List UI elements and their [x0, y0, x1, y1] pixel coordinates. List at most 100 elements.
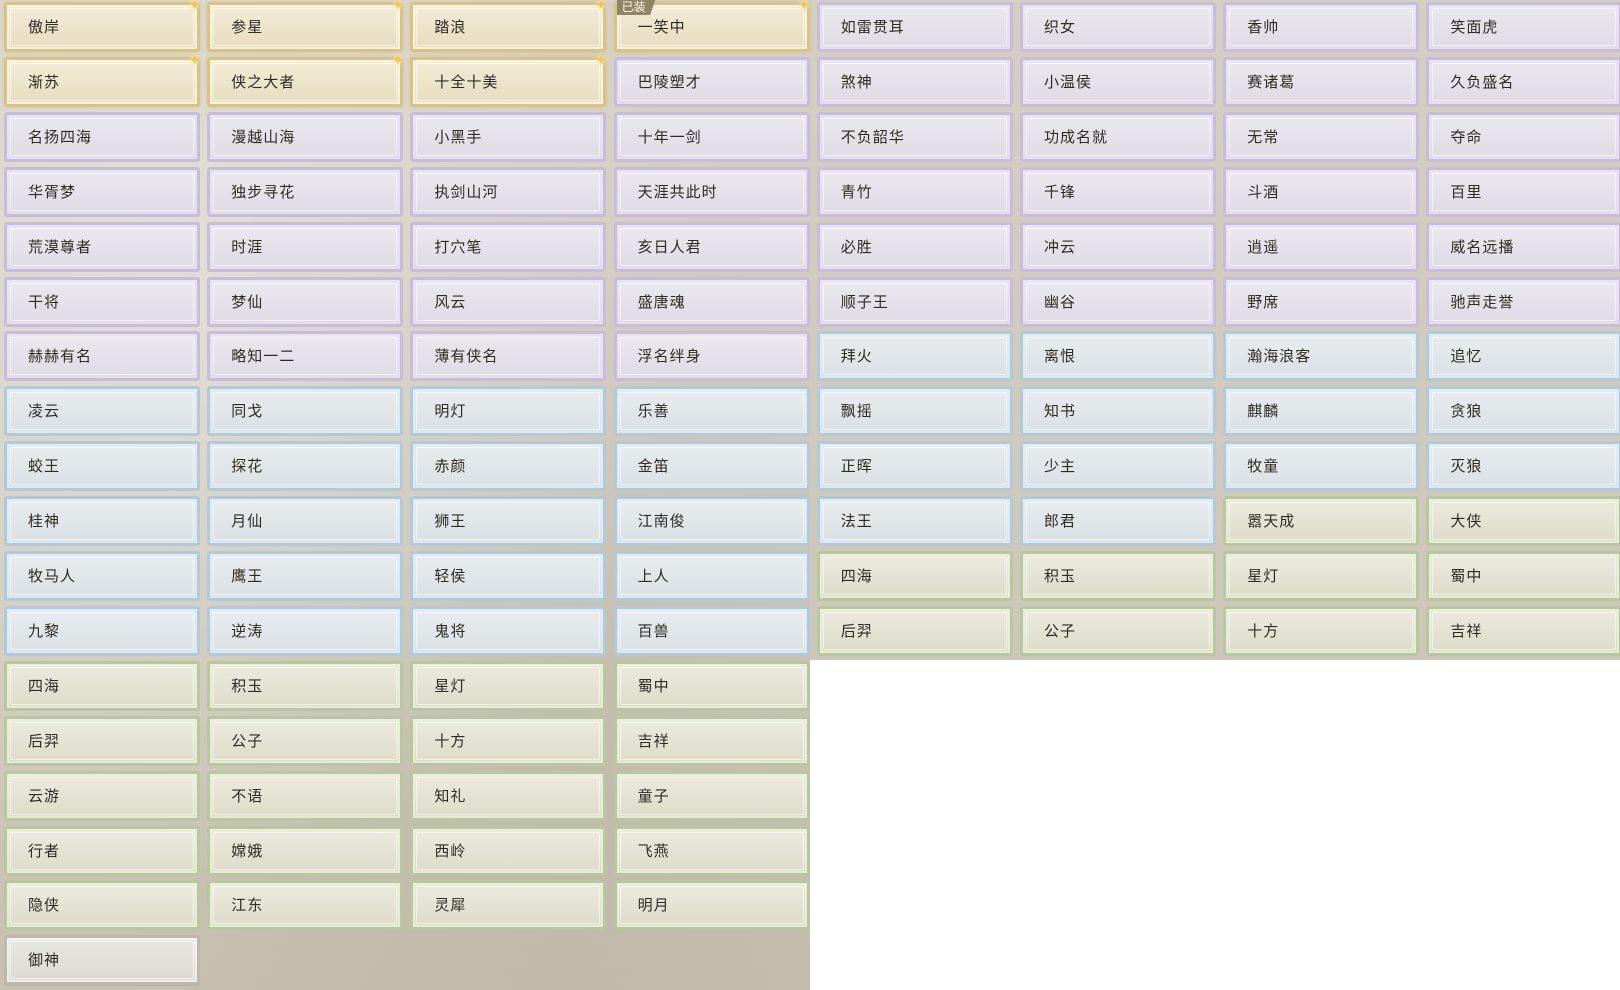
title-card[interactable]: 功成名就 [1020, 111, 1216, 162]
title-card[interactable]: 知礼 [410, 770, 607, 821]
title-card[interactable]: 威名远播 [1426, 221, 1620, 272]
title-card[interactable]: 名扬四海 [4, 111, 200, 162]
title-card[interactable]: 驰声走誉 [1426, 276, 1620, 327]
title-card[interactable]: 百兽 [613, 605, 810, 656]
title-card[interactable]: 追忆 [1426, 331, 1620, 382]
title-card[interactable]: 蜀中 [1426, 551, 1620, 601]
title-card[interactable]: 十方 [1223, 605, 1420, 656]
title-card[interactable]: 不负韶华 [816, 111, 1013, 162]
title-card[interactable]: 桂神 [4, 496, 200, 547]
title-card[interactable]: 牧马人 [4, 551, 200, 601]
title-card[interactable]: 吉祥 [613, 715, 810, 766]
title-card[interactable]: 必胜 [816, 221, 1013, 272]
title-card[interactable]: 鹰王 [207, 551, 404, 601]
title-card[interactable]: 巴陵塑才 [613, 56, 810, 107]
title-card[interactable]: 百里 [1426, 166, 1620, 217]
title-card[interactable]: 赤颜 [410, 441, 607, 492]
title-card[interactable]: 星灯 [410, 660, 607, 711]
title-card[interactable]: 明灯 [410, 386, 607, 437]
title-card[interactable]: 四海 [816, 551, 1013, 601]
title-card[interactable]: 江南俊 [613, 496, 810, 547]
title-card[interactable]: 侠之大者 ✦ [207, 52, 404, 107]
title-card[interactable]: 斗酒 [1223, 166, 1420, 217]
title-card[interactable]: 夺命 [1426, 111, 1620, 162]
title-card[interactable]: 赫赫有名 [4, 331, 200, 382]
title-card[interactable]: 嫦娥 [207, 825, 404, 876]
title-card[interactable]: 天涯共此时 [613, 166, 810, 217]
title-card[interactable]: 星灯 [1223, 551, 1420, 601]
title-card[interactable]: 十方 [410, 715, 607, 766]
title-card[interactable]: 公子 [1020, 605, 1216, 656]
title-card[interactable]: 煞神 [816, 56, 1013, 107]
title-card[interactable]: 华胥梦 [4, 166, 200, 217]
title-card[interactable]: 贪狼 [1426, 386, 1620, 437]
title-card[interactable]: 略知一二 [207, 331, 404, 382]
title-card[interactable]: 执剑山河 [410, 166, 607, 217]
title-card[interactable]: 乐善 [613, 386, 810, 437]
title-card[interactable]: 渐苏 ✦ [4, 52, 201, 107]
title-card[interactable]: 打穴笔 [410, 221, 607, 272]
title-card[interactable]: 笑面虎 [1426, 2, 1620, 52]
title-card[interactable]: 金笛 [613, 441, 810, 492]
title-card[interactable]: 同戈 [207, 386, 404, 437]
title-card[interactable]: 后羿 [4, 715, 200, 766]
title-card[interactable]: 无常 [1223, 111, 1420, 162]
title-card[interactable]: 蛟王 [4, 441, 200, 492]
title-card[interactable]: 傲岸 ✦ [4, 0, 201, 52]
title-card[interactable]: 浮名绊身 [613, 331, 810, 382]
title-card[interactable]: 九黎 [4, 605, 200, 656]
title-card[interactable]: 牧童 [1223, 441, 1420, 492]
title-card[interactable]: 幽谷 [1020, 276, 1216, 327]
title-card[interactable]: 知书 [1020, 386, 1216, 437]
title-card[interactable]: 麒麟 [1223, 386, 1420, 437]
title-card[interactable]: 逆涛 [207, 605, 404, 656]
title-card[interactable]: 亥日人君 [613, 221, 810, 272]
title-card[interactable]: 离恨 [1020, 331, 1216, 382]
title-card[interactable]: 飞燕 [613, 825, 810, 876]
title-card[interactable]: 荒漠尊者 [4, 221, 200, 272]
title-card[interactable]: 探花 [207, 441, 404, 492]
title-card[interactable]: 梦仙 [207, 276, 404, 327]
title-card[interactable]: 参星 ✦ [207, 0, 404, 52]
title-card[interactable]: 灵犀 [410, 880, 607, 931]
title-card[interactable]: 顺子王 [816, 276, 1013, 327]
title-card[interactable]: 野席 [1223, 276, 1420, 327]
title-card[interactable]: 江东 [207, 880, 404, 931]
title-card[interactable]: 公子 [207, 715, 404, 766]
title-card[interactable]: 灭狼 [1426, 441, 1620, 492]
title-card[interactable]: 大侠 [1426, 496, 1620, 547]
title-card[interactable]: 干将 [4, 276, 200, 327]
title-card[interactable]: 童子 [613, 770, 810, 821]
title-card[interactable]: 积玉 [207, 660, 404, 711]
title-card[interactable]: 十年一剑 [613, 111, 810, 162]
title-card[interactable]: 十全十美 ✦ [410, 52, 607, 107]
title-card[interactable]: 少主 [1020, 441, 1216, 492]
title-card[interactable]: 隐侠 [4, 880, 200, 931]
title-card[interactable]: 时涯 [207, 221, 404, 272]
title-card[interactable]: 鬼将 [410, 605, 607, 656]
title-card[interactable]: 飘摇 [816, 386, 1013, 437]
title-card[interactable]: 薄有侠名 [410, 331, 607, 382]
title-card[interactable]: 后羿 [816, 605, 1013, 656]
title-card[interactable]: 郎君 [1020, 496, 1216, 547]
title-card[interactable]: 月仙 [207, 496, 404, 547]
title-card[interactable]: 御神 [4, 935, 200, 986]
title-card[interactable]: 西岭 [410, 825, 607, 876]
title-card[interactable]: 明月 [613, 880, 810, 931]
title-card[interactable]: 轻侯 [410, 551, 607, 601]
title-card[interactable]: 如雷贯耳 [816, 2, 1013, 52]
title-card[interactable]: 正晖 [816, 441, 1013, 492]
title-card[interactable]: 上人 [613, 551, 810, 601]
title-card[interactable]: 不语 [207, 770, 404, 821]
title-card[interactable]: 小黑手 [410, 111, 607, 162]
title-card[interactable]: 瀚海浪客 [1223, 331, 1420, 382]
title-card[interactable]: 独步寻花 [207, 166, 404, 217]
title-card[interactable]: 香帅 [1223, 2, 1420, 52]
title-card[interactable]: 风云 [410, 276, 607, 327]
title-card[interactable]: 一笑中 ✦ 已装 [613, 0, 811, 52]
title-card[interactable]: 小温侯 [1020, 56, 1216, 107]
title-card[interactable]: 踏浪 ✦ [410, 0, 607, 52]
title-card[interactable]: 赛诸葛 [1223, 56, 1420, 107]
title-card[interactable]: 久负盛名 [1426, 56, 1620, 107]
title-card[interactable]: 青竹 [816, 166, 1013, 217]
